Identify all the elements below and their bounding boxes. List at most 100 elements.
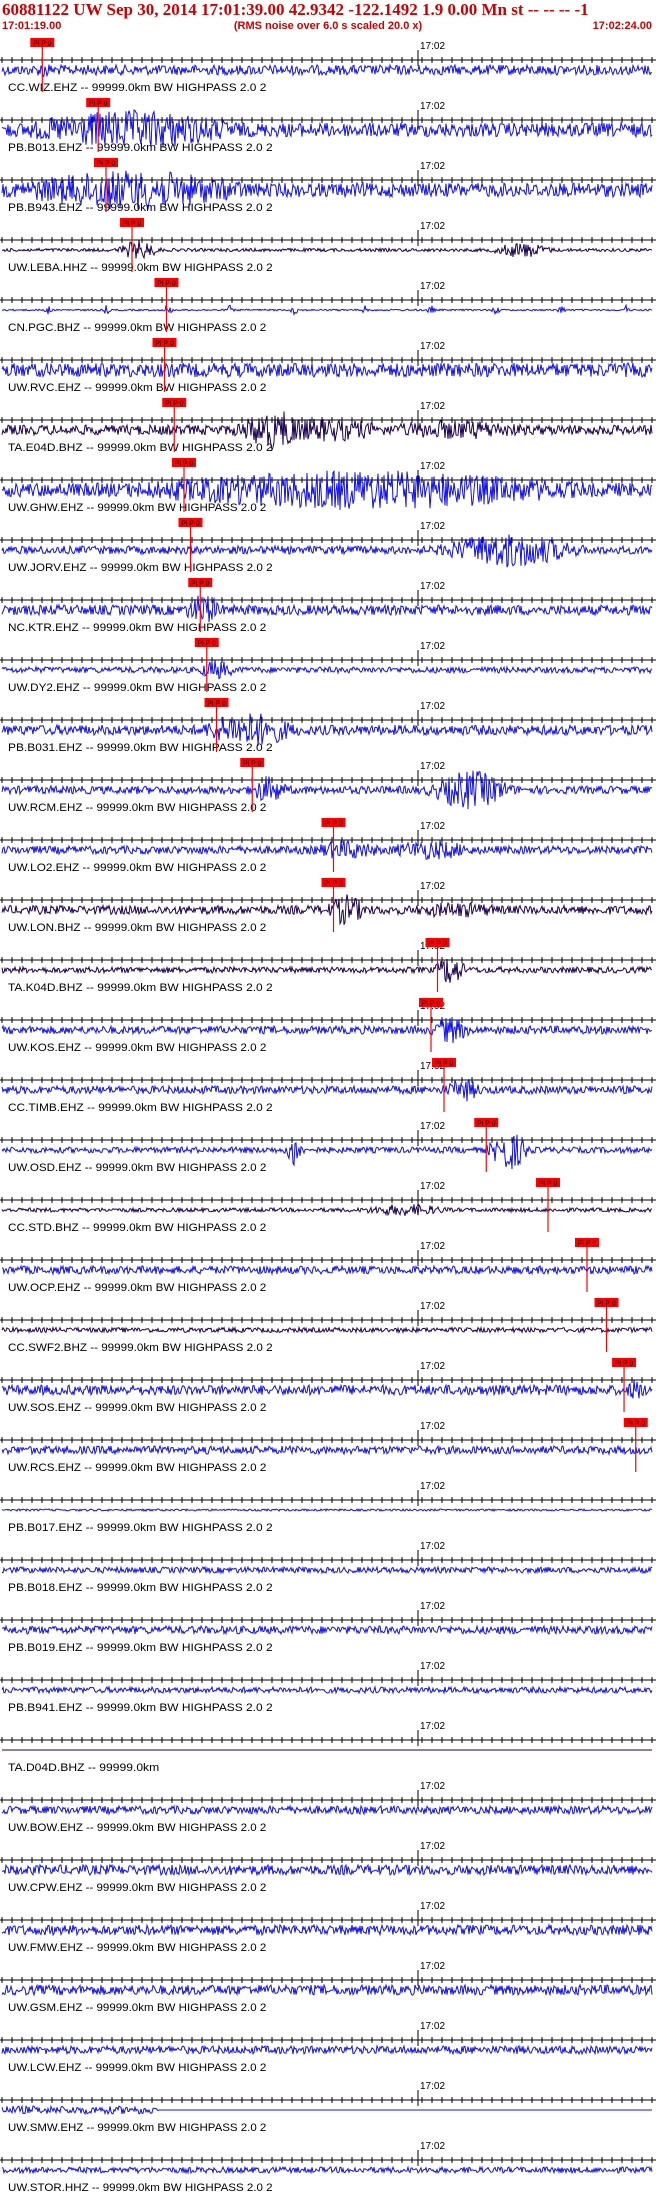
- waveform: [1, 1380, 653, 1399]
- station-label: CC.SWF2.BHZ -- 99999.0km BW HIGHPASS 2.0…: [8, 1342, 273, 1354]
- station-label: CC.TIMB.EHZ -- 99999.0km BW HIGHPASS 2.0…: [8, 1102, 273, 1114]
- minute-label: 17:02: [420, 1121, 445, 1132]
- waveform: [1, 239, 653, 260]
- station-label: CC.STD.BHZ -- 99999.0km BW HIGHPASS 2.0 …: [8, 1222, 266, 1234]
- station-label: TA.D04D.BHZ -- 99999.0km: [8, 1762, 159, 1774]
- record-header: 60881122 UW Sep 30, 2014 17:01:39.00 42.…: [0, 0, 656, 36]
- pick-label: Pi P 0: [97, 161, 116, 168]
- minute-label: 17:02: [420, 221, 445, 232]
- waveform: [1, 1923, 653, 1937]
- minute-label: 17:02: [420, 41, 445, 52]
- minute-label: 17:02: [420, 341, 445, 352]
- minute-label: 17:02: [420, 2081, 445, 2092]
- waveform: [1, 1685, 653, 1695]
- station-label: PB.B018.EHZ -- 99999.0km BW HIGHPASS 2.0…: [8, 1582, 273, 1594]
- waveform: [1, 2044, 653, 2056]
- station-label: PB.B941.EHZ -- 99999.0km BW HIGHPASS 2.0…: [8, 1702, 273, 1714]
- station-label: UW.LON.BHZ -- 99999.0km BW HIGHPASS 2.0 …: [8, 922, 266, 934]
- station-label: UW.CPW.EHZ -- 99999.0km BW HIGHPASS 2.0 …: [8, 1882, 266, 1894]
- minute-label: 17:02: [420, 1721, 445, 1732]
- minute-label: 17:02: [420, 101, 445, 112]
- waveform: [1, 1508, 653, 1513]
- end-time-label: 17:02:24.00: [592, 20, 652, 32]
- waveform: [1, 1983, 653, 1997]
- pick-label: Pi P 0: [175, 461, 194, 468]
- station-label: UW.RCM.EHZ -- 99999.0km BW HIGHPASS 2.0 …: [8, 802, 266, 814]
- noise-note: (RMS noise over 6.0 s scaled 20.0 x): [233, 20, 423, 32]
- waveform: [1, 713, 653, 746]
- minute-label: 17:02: [420, 461, 445, 472]
- pick-label: Pi P 0: [157, 281, 176, 288]
- minute-label: 17:02: [420, 1901, 445, 1912]
- station-label: UW.JORV.EHZ -- 99999.0km BW HIGHPASS 2.0…: [8, 562, 273, 574]
- pick-label: Pi P 0: [33, 41, 52, 48]
- waveform: [1, 303, 653, 316]
- pick-label: Pi P 0: [123, 221, 142, 228]
- station-label: UW.KOS.EHZ -- 99999.0km BW HIGHPASS 2.0 …: [8, 1042, 266, 1054]
- pick-label: Pi P 0: [207, 701, 226, 708]
- waveform: [1, 1203, 653, 1217]
- minute-label: 17:02: [420, 1661, 445, 1672]
- station-label: PB.B013.EHZ -- 99999.0km BW HIGHPASS 2.0…: [8, 142, 273, 154]
- minute-label: 17:02: [420, 401, 445, 412]
- minute-label: 17:02: [420, 761, 445, 772]
- minute-label: 17:02: [420, 1601, 445, 1612]
- pick-label: Pi P 0: [191, 581, 210, 588]
- station-label: PB.B943.EHZ -- 99999.0km BW HIGHPASS 2.0…: [8, 202, 273, 214]
- waveform: [1, 63, 653, 78]
- waveform: [1, 1444, 653, 1456]
- minute-label: 17:02: [420, 641, 445, 652]
- waveform: [1, 1863, 653, 1877]
- waveform: [1, 1078, 653, 1102]
- minute-label: 17:02: [420, 1961, 445, 1972]
- station-label: TA.K04D.BHZ -- 99999.0km BW HIGHPASS 2.0…: [8, 982, 273, 994]
- minute-label: 17:02: [420, 1181, 445, 1192]
- station-label: UW.RCS.EHZ -- 99999.0km BW HIGHPASS 2.0 …: [8, 1462, 266, 1474]
- waveform: [1, 1624, 653, 1636]
- station-label: UW.OSD.EHZ -- 99999.0km BW HIGHPASS 2.0 …: [8, 1162, 266, 1174]
- pick-label: Pi P 0: [477, 1121, 496, 1128]
- waveform: [1, 1018, 653, 1044]
- pick-label: Pi P 0: [422, 1001, 441, 1008]
- pick-label: Pi P 0: [165, 401, 184, 408]
- waveform: [1, 2165, 653, 2175]
- pick-label: Pi P 0: [243, 761, 262, 768]
- minute-label: 17:02: [420, 1781, 445, 1792]
- waveform: [1, 660, 653, 680]
- station-label: UW.LCW.EHZ -- 99999.0km BW HIGHPASS 2.0 …: [8, 2062, 266, 2074]
- pick-label: Pi P 0: [597, 1301, 616, 1308]
- minute-label: 17:02: [420, 821, 445, 832]
- station-label: UW.GSM.EHZ -- 99999.0km BW HIGHPASS 2.0 …: [8, 2002, 266, 2014]
- station-label: UW.BOW.EHZ -- 99999.0km BW HIGHPASS 2.0 …: [8, 1822, 266, 1834]
- minute-label: 17:02: [420, 2141, 445, 2152]
- pick-label: Pi P 0: [539, 1181, 558, 1188]
- seismogram-plot: 17:02 CC.WIZ.EHZ -- 99999.0km BW HIGHPASS…: [0, 38, 656, 2194]
- station-label: UW.SOS.EHZ -- 99999.0km BW HIGHPASS 2.0 …: [8, 1402, 266, 1414]
- event-title: 60881122 UW Sep 30, 2014 17:01:39.00 42.…: [2, 0, 589, 19]
- minute-label: 17:02: [420, 1841, 445, 1852]
- pick-label: Pi P 0: [578, 1241, 597, 1248]
- station-label: UW.STOR.HHZ -- 99999.0km BW HIGHPASS 2.0…: [8, 2182, 273, 2194]
- station-label: UW.DY2.EHZ -- 99999.0km BW HIGHPASS 2.0 …: [8, 682, 266, 694]
- waveform: [1, 361, 653, 379]
- waveform: [1, 894, 653, 926]
- minute-label: 17:02: [420, 521, 445, 532]
- station-label: UW.OCP.EHZ -- 99999.0km BW HIGHPASS 2.0 …: [8, 1282, 266, 1294]
- station-label: TA.E04D.BHZ -- 99999.0km BW HIGHPASS 2.0…: [8, 442, 273, 454]
- minute-label: 17:02: [420, 161, 445, 172]
- station-label: CN.PGC.BHZ -- 99999.0km BW HIGHPASS 2.0 …: [8, 322, 266, 334]
- pick-label: Pi P 0: [428, 941, 447, 948]
- minute-label: 17:02: [420, 281, 445, 292]
- pick-label: Pi P 0: [89, 101, 108, 108]
- waveform: [1, 839, 653, 860]
- minute-label: 17:02: [420, 2021, 445, 2032]
- pick-label: Pi P 0: [626, 1421, 645, 1428]
- waveform: [1, 1565, 653, 1575]
- waveform: [1, 1325, 653, 1335]
- minute-label: 17:02: [420, 881, 445, 892]
- waveform: [1, 2104, 652, 2116]
- pick-label: Pi P 0: [615, 1361, 634, 1368]
- minute-label: 17:02: [420, 1421, 445, 1432]
- station-label: UW.LEBA.HHZ -- 99999.0km BW HIGHPASS 2.0…: [8, 262, 273, 274]
- pick-label: Pi P 0: [155, 341, 174, 348]
